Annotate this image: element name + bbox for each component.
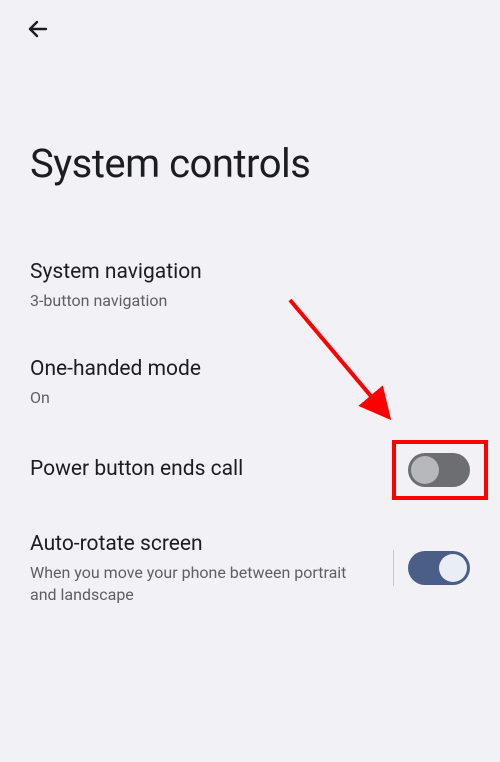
setting-subtitle: On <box>30 387 360 409</box>
back-button[interactable] <box>18 10 58 50</box>
page-title: System controls <box>0 60 500 227</box>
setting-power-button-ends-call[interactable]: Power button ends call <box>0 431 500 509</box>
setting-subtitle: When you move your phone between portrai… <box>30 562 360 605</box>
setting-system-navigation[interactable]: System navigation 3-button navigation <box>0 237 500 334</box>
arrow-left-icon <box>26 17 50 44</box>
toggle-knob <box>439 554 467 582</box>
setting-subtitle: 3-button navigation <box>30 290 360 312</box>
auto-rotate-toggle[interactable] <box>408 551 470 585</box>
toggle-divider <box>393 550 394 586</box>
setting-title: System navigation <box>30 259 470 286</box>
setting-auto-rotate-screen[interactable]: Auto-rotate screen When you move your ph… <box>0 509 500 627</box>
settings-list: System navigation 3-button navigation On… <box>0 227 500 637</box>
toggle-knob <box>411 456 439 484</box>
power-ends-call-toggle[interactable] <box>408 453 470 487</box>
setting-title: One-handed mode <box>30 356 470 383</box>
setting-title: Power button ends call <box>30 456 394 483</box>
setting-title: Auto-rotate screen <box>30 531 379 558</box>
setting-one-handed-mode[interactable]: One-handed mode On <box>0 334 500 431</box>
